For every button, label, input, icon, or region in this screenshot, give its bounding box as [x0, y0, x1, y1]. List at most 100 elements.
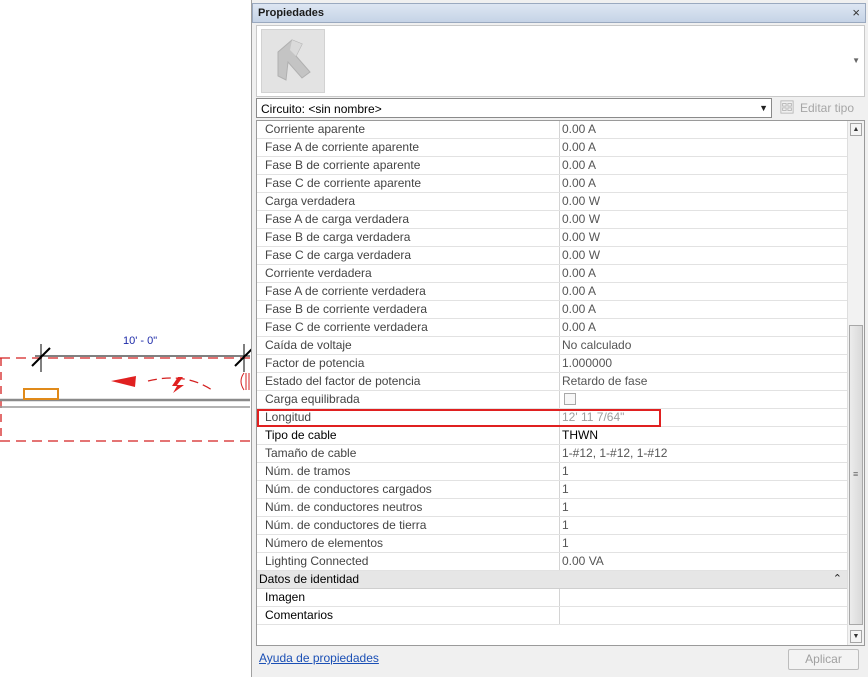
property-row[interactable]: Estado del factor de potencia Retardo de … — [257, 373, 848, 391]
property-name: Tipo de cable — [257, 427, 560, 444]
property-name: Núm. de conductores de tierra — [257, 517, 560, 534]
property-row[interactable]: Tipo de cable THWN — [257, 427, 848, 445]
property-value[interactable]: 1 — [560, 499, 850, 516]
property-name: Lighting Connected — [257, 553, 560, 570]
property-value[interactable]: No calculado — [560, 337, 850, 354]
property-row[interactable]: Núm. de tramos 1 — [257, 463, 848, 481]
property-row[interactable]: Núm. de conductores cargados 1 — [257, 481, 848, 499]
group-header-identity-data[interactable]: Datos de identidad ⌃ — [257, 571, 848, 589]
edit-type-button[interactable]: Editar tipo — [778, 98, 864, 118]
property-row[interactable]: Lighting Connected 0.00 VA — [257, 553, 848, 571]
property-name: Comentarios — [257, 607, 560, 624]
property-value[interactable]: 0.00 W — [560, 193, 850, 210]
apply-button[interactable]: Aplicar — [788, 649, 859, 670]
property-value[interactable] — [560, 589, 850, 606]
property-value[interactable]: 0.00 A — [560, 265, 850, 282]
property-row[interactable]: Tamaño de cable 1-#12, 1-#12, 1-#12 — [257, 445, 848, 463]
property-row[interactable]: Fase A de carga verdadera 0.00 W — [257, 211, 848, 229]
property-value[interactable]: THWN — [560, 427, 850, 444]
property-value[interactable]: Retardo de fase — [560, 373, 850, 390]
balanced-load-checkbox[interactable] — [564, 393, 576, 405]
collapse-icon[interactable]: ⌃ — [833, 571, 842, 588]
property-name: Longitud — [257, 409, 560, 426]
property-row[interactable]: Carga equilibrada — [257, 391, 848, 409]
property-name: Fase A de corriente aparente — [257, 139, 560, 156]
property-value[interactable]: 0.00 W — [560, 247, 850, 264]
property-row[interactable]: Fase A de corriente verdadera 0.00 A — [257, 283, 848, 301]
property-row[interactable]: Fase C de corriente aparente 0.00 A — [257, 175, 848, 193]
dimension-label: 10' - 0" — [123, 335, 158, 347]
edit-type-label: Editar tipo — [800, 101, 855, 115]
property-row[interactable]: Fase C de carga verdadera 0.00 W — [257, 247, 848, 265]
property-value[interactable]: 0.00 A — [560, 139, 850, 156]
property-row[interactable]: Carga verdadera 0.00 W — [257, 193, 848, 211]
property-value[interactable]: 1 — [560, 517, 850, 534]
property-name: Fase C de corriente aparente — [257, 175, 560, 192]
property-row[interactable]: Núm. de conductores neutros 1 — [257, 499, 848, 517]
property-row[interactable]: Fase A de corriente aparente 0.00 A — [257, 139, 848, 157]
drawing-canvas[interactable]: 10' - 0" — [0, 0, 252, 677]
type-selector-preview[interactable]: ▼ — [256, 25, 865, 97]
property-row[interactable]: Núm. de conductores de tierra 1 — [257, 517, 848, 535]
property-value[interactable]: 0.00 A — [560, 301, 850, 318]
property-row[interactable]: Fase B de corriente aparente 0.00 A — [257, 157, 848, 175]
property-value[interactable]: 0.00 A — [560, 175, 850, 192]
property-name: Carga equilibrada — [257, 391, 560, 408]
property-row[interactable]: Factor de potencia 1.000000 — [257, 355, 848, 373]
property-row[interactable]: Corriente verdadera 0.00 A — [257, 265, 848, 283]
scroll-thumb[interactable]: ≡ — [849, 325, 863, 625]
property-value[interactable]: 0.00 W — [560, 229, 850, 246]
properties-help-link[interactable]: Ayuda de propiedades — [259, 651, 379, 665]
property-value[interactable]: 1-#12, 1-#12, 1-#12 — [560, 445, 850, 462]
property-row[interactable]: Número de elementos 1 — [257, 535, 848, 553]
property-value[interactable]: 1 — [560, 481, 850, 498]
electrical-device[interactable] — [23, 388, 59, 400]
vertical-scrollbar[interactable]: ▲ ≡ ▼ — [847, 121, 864, 645]
property-row[interactable]: Longitud 12' 11 7/64" — [257, 409, 848, 427]
palette-title-bar[interactable]: Propiedades × — [252, 3, 866, 23]
property-name: Fase B de corriente verdadera — [257, 301, 560, 318]
property-value[interactable]: 0.00 A — [560, 283, 850, 300]
property-value[interactable]: 1 — [560, 463, 850, 480]
property-value: 12' 11 7/64" — [562, 410, 625, 424]
property-name: Fase B de carga verdadera — [257, 229, 560, 246]
palette-title: Propiedades — [258, 7, 325, 19]
property-value[interactable]: 0.00 A — [560, 319, 850, 336]
property-value[interactable]: 0.00 VA — [560, 553, 850, 570]
close-icon[interactable]: × — [852, 5, 860, 20]
property-name: Imagen — [257, 589, 560, 606]
chevron-down-icon[interactable]: ▼ — [759, 103, 768, 113]
scroll-down-button[interactable]: ▼ — [850, 630, 862, 643]
property-row[interactable]: Fase B de corriente verdadera 0.00 A — [257, 301, 848, 319]
property-value[interactable]: 1 — [560, 535, 850, 552]
property-row[interactable]: Caída de voltaje No calculado — [257, 337, 848, 355]
scroll-up-button[interactable]: ▲ — [850, 123, 862, 136]
property-row[interactable]: Imagen — [257, 589, 848, 607]
property-name: Caída de voltaje — [257, 337, 560, 354]
scroll-grip-icon: ≡ — [853, 469, 859, 479]
property-row[interactable]: Fase C de corriente verdadera 0.00 A — [257, 319, 848, 337]
properties-grid: Corriente aparente 0.00 A Fase A de corrie… — [256, 120, 865, 646]
property-row[interactable]: Comentarios — [257, 607, 848, 625]
property-name: Fase A de carga verdadera — [257, 211, 560, 228]
property-name: Estado del factor de potencia — [257, 373, 560, 390]
property-value[interactable]: 0.00 W — [560, 211, 850, 228]
lightning-icon — [172, 377, 184, 393]
property-row[interactable]: Corriente aparente 0.00 A — [257, 121, 848, 139]
property-name: Corriente aparente — [257, 121, 560, 138]
cable-tray-family-icon — [261, 29, 325, 93]
instance-filter-dropdown[interactable]: Circuito: <sin nombre> ▼ — [256, 98, 772, 118]
property-name: Factor de potencia — [257, 355, 560, 372]
properties-palette: Propiedades × ▼ Circuito: <sin nombre> ▼… — [251, 0, 868, 677]
property-name: Fase C de corriente verdadera — [257, 319, 560, 336]
property-value[interactable]: 1.000000 — [560, 355, 850, 372]
property-name: Fase A de corriente verdadera — [257, 283, 560, 300]
property-value[interactable]: 0.00 A — [560, 121, 850, 138]
property-name: Corriente verdadera — [257, 265, 560, 282]
chevron-down-icon[interactable]: ▼ — [852, 56, 860, 65]
connector-symbol — [240, 372, 245, 391]
property-value[interactable] — [560, 391, 850, 408]
property-row[interactable]: Fase B de carga verdadera 0.00 W — [257, 229, 848, 247]
property-value[interactable]: 0.00 A — [560, 157, 850, 174]
property-value[interactable] — [560, 607, 850, 624]
